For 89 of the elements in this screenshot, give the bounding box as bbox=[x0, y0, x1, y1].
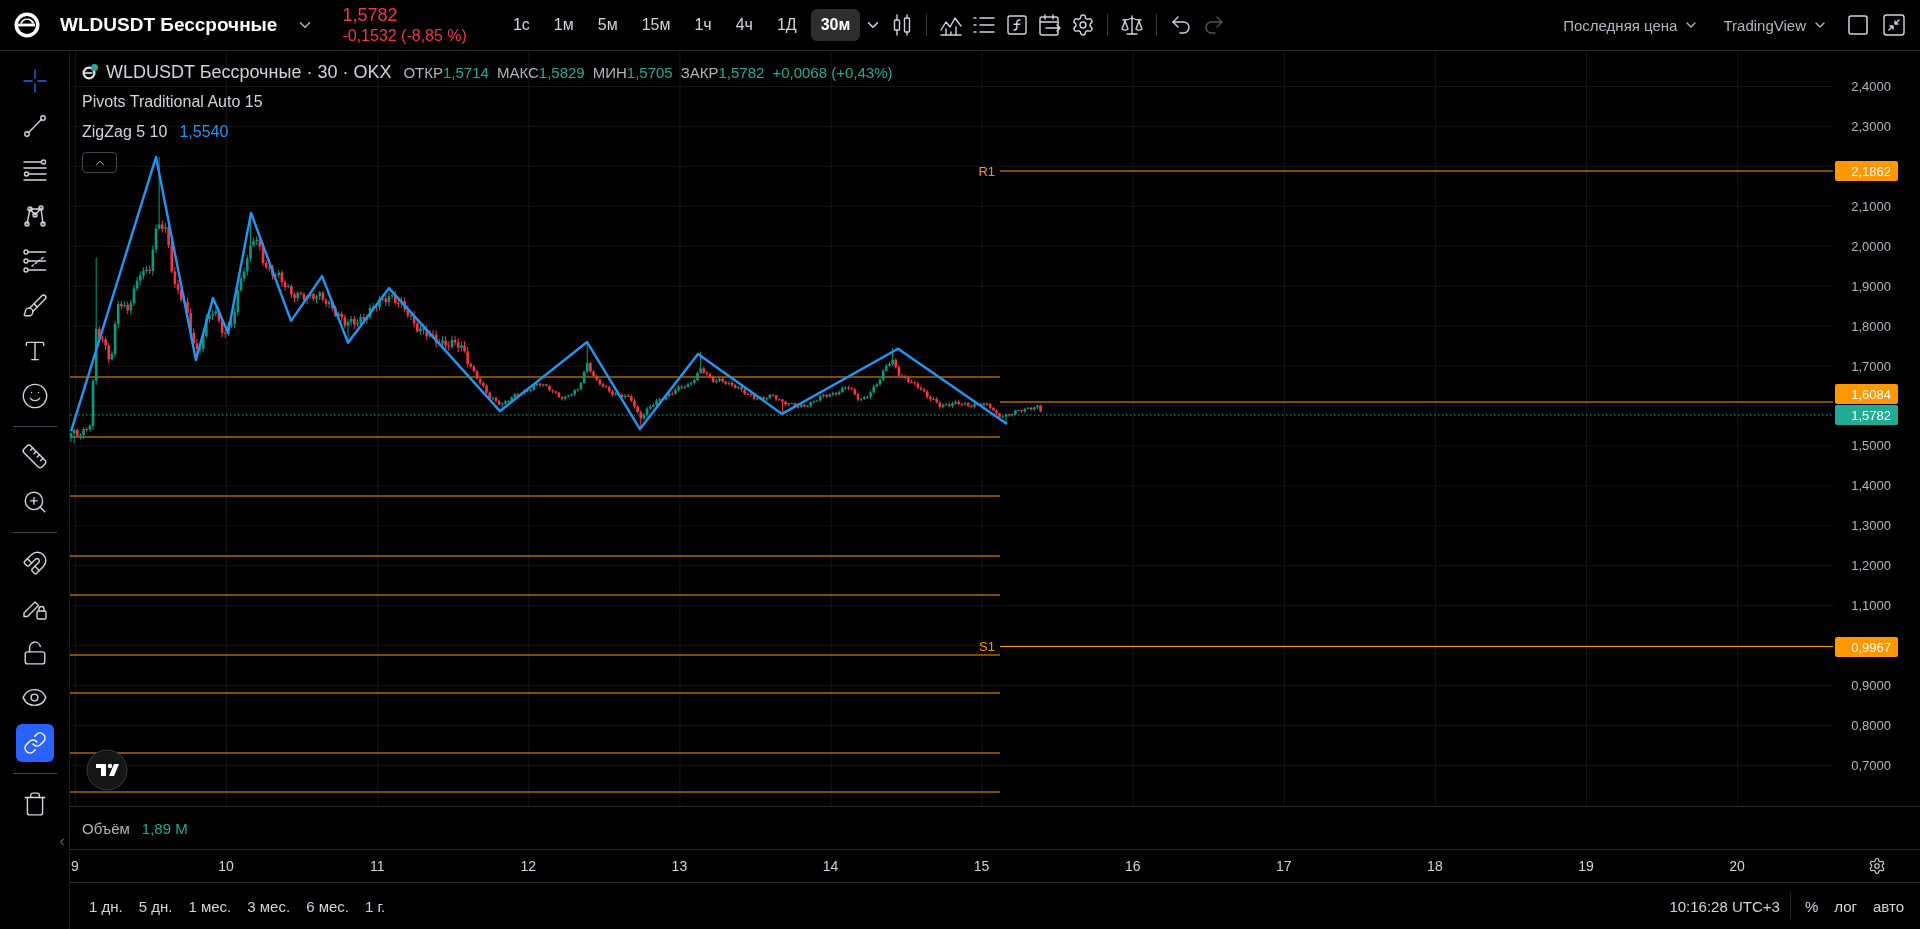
price-scale-label: 1,1000 bbox=[1851, 597, 1891, 613]
range-button[interactable]: 3 мес. bbox=[239, 891, 299, 921]
time-scale-label: 9 bbox=[71, 858, 79, 874]
scale-mode-button[interactable]: авто bbox=[1864, 891, 1912, 921]
brush-icon bbox=[21, 292, 48, 319]
time-scale-label: 13 bbox=[671, 858, 688, 874]
ohlc-label: МИН bbox=[592, 63, 627, 81]
interval-button[interactable]: 4ч bbox=[725, 9, 763, 41]
time-scale-label: 11 bbox=[369, 858, 385, 874]
interval-button[interactable]: 1м bbox=[543, 9, 584, 41]
price-line-label: 0,9967 bbox=[1835, 637, 1898, 657]
clock: 10:16:28 UTC+3 bbox=[1669, 897, 1780, 915]
symbol-title: WLDUSDT Бессрочные · 30 · OKX bbox=[106, 61, 392, 83]
price-scale-label: 1,2000 bbox=[1851, 557, 1891, 573]
interval-button[interactable]: 1ч bbox=[684, 9, 722, 41]
coin-logo-icon bbox=[14, 12, 40, 38]
price-scale-label: 2,0000 bbox=[1851, 238, 1891, 254]
interval-button[interactable]: 5м bbox=[587, 9, 628, 41]
ohlc-value: 1,5714 bbox=[443, 63, 489, 81]
range-button[interactable]: 5 дн. bbox=[130, 891, 181, 921]
time-scale-label: 19 bbox=[1578, 858, 1594, 874]
settings-icon[interactable] bbox=[1867, 857, 1886, 875]
price-source-button[interactable]: Последняя цена bbox=[1557, 16, 1706, 34]
price-scale-label: 2,1000 bbox=[1851, 198, 1891, 214]
time-scale-label: 20 bbox=[1729, 858, 1745, 874]
smiley-icon bbox=[20, 381, 49, 410]
price-scale-label: 1,4000 bbox=[1851, 477, 1891, 493]
ohlc-label: ЗАКР bbox=[680, 63, 719, 81]
time-scale-label: 18 bbox=[1427, 858, 1443, 874]
price-scale-label: 2,3000 bbox=[1851, 118, 1891, 134]
last-price: 1,5782 bbox=[342, 5, 399, 26]
ohlc-value: 1,5782 bbox=[718, 63, 765, 81]
price-line-label: 2,1862 bbox=[1835, 161, 1898, 181]
price-scale-label: 0,7000 bbox=[1851, 757, 1891, 773]
indicator-value: 1,5540 bbox=[179, 123, 229, 141]
price-line-label: 1,6084 bbox=[1835, 384, 1898, 404]
magnet-icon bbox=[21, 549, 48, 576]
scales-icon[interactable] bbox=[1120, 13, 1145, 37]
indicator-name: ZigZag 5 10 bbox=[82, 123, 168, 141]
settings-icon[interactable] bbox=[1071, 13, 1096, 37]
link-toggle-button[interactable] bbox=[15, 723, 54, 762]
range-button[interactable]: 1 мес. bbox=[180, 891, 240, 921]
shrink-icon[interactable] bbox=[1882, 13, 1906, 37]
time-scale-label: 16 bbox=[1124, 858, 1141, 874]
scale-mode-button[interactable]: лог bbox=[1826, 891, 1865, 921]
time-scale-label: 10 bbox=[218, 858, 234, 874]
range-button[interactable]: 1 дн. bbox=[81, 891, 131, 921]
price-scale-label: 1,3000 bbox=[1851, 517, 1891, 533]
price-change: -0,1532 (-8,85 %) bbox=[342, 27, 467, 45]
price-scale-label: 1,5000 bbox=[1851, 437, 1891, 453]
change-value: +0,0068 (+0,43%) bbox=[772, 63, 893, 81]
square-icon[interactable] bbox=[1846, 13, 1870, 37]
layout-button[interactable]: TradingView bbox=[1717, 16, 1834, 34]
indicator-name: Pivots Traditional Auto 15 bbox=[82, 93, 263, 111]
range-button[interactable]: 1 г. bbox=[356, 891, 394, 921]
price-line-label: 1,5782 bbox=[1835, 405, 1898, 425]
interval-button[interactable]: 1с bbox=[502, 9, 540, 41]
range-button[interactable]: 6 мес. bbox=[298, 891, 357, 921]
price-scale-label: 1,7000 bbox=[1851, 358, 1891, 374]
calendar-arrow-icon[interactable] bbox=[1038, 13, 1063, 37]
ohlc-label: ОТКР bbox=[403, 63, 443, 81]
price-scale-label: 0,9000 bbox=[1851, 677, 1891, 693]
time-scale-label: 17 bbox=[1276, 858, 1292, 874]
logo-icon[interactable] bbox=[86, 749, 128, 791]
pivot-label: R1 bbox=[978, 163, 995, 179]
price-scale-label: 1,8000 bbox=[1851, 318, 1891, 334]
function-icon[interactable] bbox=[1005, 13, 1030, 37]
time-scale-label: 15 bbox=[973, 858, 990, 874]
crosshair-icon bbox=[20, 66, 49, 95]
interval-button[interactable]: 1Д bbox=[766, 9, 807, 41]
ohlc-value: 1,5829 bbox=[538, 63, 585, 81]
price-scale-label: 1,9000 bbox=[1851, 278, 1891, 294]
interval-button[interactable]: 30м bbox=[810, 9, 861, 41]
volume-value: 1,89 M bbox=[141, 819, 188, 837]
link-icon bbox=[22, 730, 47, 755]
interval-button[interactable]: 15м bbox=[631, 9, 681, 41]
coin-icon bbox=[82, 64, 98, 80]
price-scale-label: 2,4000 bbox=[1851, 78, 1891, 94]
pivot-label: S1 bbox=[979, 639, 995, 654]
volume-label: Объём bbox=[82, 819, 130, 837]
scale-mode-button[interactable]: % bbox=[1796, 891, 1827, 921]
symbol-button[interactable]: WLDUSDT Бессрочные bbox=[60, 14, 315, 36]
dotted-lines-icon bbox=[20, 246, 49, 275]
ohlc-value: 1,5705 bbox=[626, 63, 673, 81]
time-scale-label: 14 bbox=[822, 858, 839, 874]
price-scale-label: 0,8000 bbox=[1851, 717, 1891, 733]
ohlc-label: МАКС bbox=[496, 63, 539, 81]
ruler-icon bbox=[21, 443, 48, 470]
time-scale-label: 12 bbox=[520, 858, 537, 874]
